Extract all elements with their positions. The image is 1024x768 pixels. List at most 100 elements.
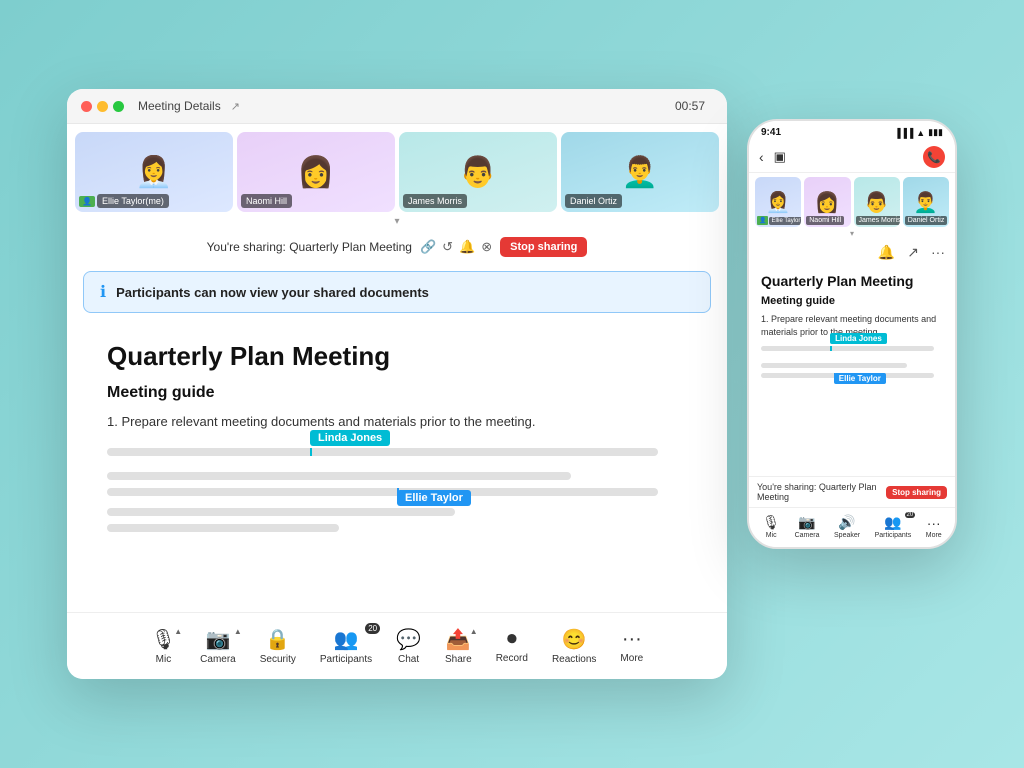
- phone-time: 9:41: [761, 127, 781, 138]
- phone-status-icons: ▐▐▐ ▲ ▮▮▮: [894, 127, 943, 138]
- toolbar-chat[interactable]: 💬 Chat: [384, 623, 433, 669]
- participant-thumb-0[interactable]: 👩‍💼 👤 Ellie Taylor(me): [75, 132, 233, 212]
- mobile-linda-cursor: Linda Jones: [830, 333, 887, 344]
- maximize-button[interactable]: [113, 101, 124, 112]
- scene: Meeting Details ↗ 00:57 👩‍💼 👤 Ellie Tayl…: [67, 89, 957, 679]
- more-label: More: [620, 653, 643, 664]
- ellie-taylor-cursor: Ellie Taylor: [397, 490, 471, 506]
- camera-icon: 📷: [205, 627, 230, 652]
- mic-label: Mic: [156, 654, 172, 665]
- mobile-speaker-icon: 🔊: [838, 514, 855, 531]
- traffic-lights: [81, 101, 124, 112]
- mobile-doc-title: Quarterly Plan Meeting: [761, 273, 943, 289]
- window-title: Meeting Details: [138, 99, 221, 113]
- warning-icon[interactable]: ⊗: [481, 239, 492, 255]
- toolbar-camera[interactable]: 📷 Camera ▲: [188, 623, 248, 669]
- participant-name-0: Ellie Taylor(me): [97, 194, 169, 208]
- stop-sharing-button[interactable]: Stop sharing: [500, 237, 587, 257]
- mobile-cursor-ellie-area: Ellie Taylor: [761, 373, 943, 378]
- wifi-icon: ▲: [916, 128, 925, 138]
- mobile-doc-line-2: [761, 363, 907, 368]
- document-content: Quarterly Plan Meeting Meeting guide 1. …: [67, 321, 727, 612]
- phone-status-bar: 9:41 ▐▐▐ ▲ ▮▮▮: [749, 121, 955, 142]
- cursor-area-linda: Linda Jones: [107, 448, 687, 456]
- mobile-expand-icon[interactable]: ▾: [749, 227, 955, 240]
- mobile-bell-icon[interactable]: 🔔: [878, 244, 895, 261]
- mobile-participant-1[interactable]: 👩 Naomi Hill: [804, 177, 850, 227]
- document-subtitle: Meeting guide: [107, 384, 687, 402]
- mobile-phone: 9:41 ▐▐▐ ▲ ▮▮▮ ‹ ▣ 📞 👩‍💼 👤 Ellie Taylor: [747, 119, 957, 549]
- mobile-sharing-bar: You're sharing: Quarterly Plan Meeting S…: [749, 476, 955, 507]
- sharing-bar: You're sharing: Quarterly Plan Meeting 🔗…: [67, 231, 727, 263]
- mobile-participant-0[interactable]: 👩‍💼 👤 Ellie Taylor: [755, 177, 801, 227]
- window-titlebar: Meeting Details ↗ 00:57: [67, 89, 727, 124]
- end-call-button[interactable]: 📞: [923, 146, 945, 168]
- participant-thumb-1[interactable]: 👩 Naomi Hill: [237, 132, 395, 212]
- mobile-toolbar-more[interactable]: ··· More: [926, 515, 942, 539]
- mobile-share-icon[interactable]: ↗: [907, 244, 919, 261]
- share-caret-icon: ▲: [470, 627, 478, 636]
- chat-label: Chat: [398, 654, 419, 665]
- mobile-toolbar-mic[interactable]: 🎙 Mic: [762, 514, 780, 539]
- ellie-cursor-line: [397, 488, 399, 496]
- mobile-camera-icon: 📷: [798, 514, 815, 531]
- refresh-icon[interactable]: ↺: [442, 239, 453, 255]
- mobile-ellie-line: [834, 373, 836, 378]
- toolbar-share[interactable]: 📤 Share ▲: [433, 623, 484, 669]
- toolbar-security[interactable]: 🔒 Security: [248, 623, 308, 669]
- share-icon: ↗: [231, 100, 240, 113]
- doc-line-2: [107, 472, 571, 480]
- mobile-name-1: Naomi Hill: [806, 216, 844, 225]
- mobile-mic-icon: 🎙: [762, 514, 780, 531]
- mobile-mic-label: Mic: [766, 532, 777, 539]
- toolbar-mic[interactable]: 🎙 Mic ▲: [139, 623, 188, 669]
- bell-icon[interactable]: 🔔: [459, 239, 475, 255]
- share-icon: 📤: [446, 627, 471, 652]
- doc-line-5: [107, 524, 339, 532]
- toolbar-reactions[interactable]: 😊 Reactions: [540, 623, 608, 669]
- chat-icon: 💬: [396, 627, 421, 652]
- toolbar-more[interactable]: ··· More: [608, 624, 655, 668]
- info-icon: ℹ: [100, 282, 106, 302]
- expand-participants-icon[interactable]: ▾: [67, 212, 727, 231]
- document-lines: Linda Jones Ellie Taylor: [107, 448, 687, 532]
- back-icon[interactable]: ‹: [759, 149, 764, 165]
- mobile-participant-3[interactable]: 👨‍🦱 Daniel Ortiz: [903, 177, 949, 227]
- mobile-cursor-linda-area: Linda Jones: [761, 346, 943, 351]
- mobile-participant-2[interactable]: 👨 James Morris: [854, 177, 900, 227]
- record-icon: ⏺: [507, 628, 517, 651]
- participants-label: Participants: [320, 654, 372, 665]
- reactions-icon: 😊: [562, 627, 587, 652]
- mobile-speaker-label: Speaker: [834, 532, 860, 539]
- security-icon: 🔒: [265, 627, 290, 652]
- mobile-document: Quarterly Plan Meeting Meeting guide 1. …: [749, 265, 955, 476]
- participant-thumb-2[interactable]: 👨 James Morris: [399, 132, 557, 212]
- participant-thumb-3[interactable]: 👨‍🦱 Daniel Ortiz: [561, 132, 719, 212]
- document-body: 1. Prepare relevant meeting documents an…: [107, 412, 687, 432]
- sharing-icons: 🔗 ↺ 🔔 ⊗: [420, 239, 492, 255]
- screen-share-icon[interactable]: ▣: [774, 149, 786, 165]
- mic-icon: 🎙: [151, 627, 176, 652]
- mobile-action-bar: 🔔 ↗ ···: [749, 240, 955, 265]
- mobile-more-label: More: [926, 532, 942, 539]
- minimize-button[interactable]: [97, 101, 108, 112]
- mobile-toolbar-speaker[interactable]: 🔊 Speaker: [834, 514, 860, 539]
- mic-caret-icon: ▲: [174, 627, 182, 636]
- mobile-name-3: Daniel Ortiz: [905, 216, 948, 225]
- mobile-stop-sharing-button[interactable]: Stop sharing: [886, 486, 947, 499]
- mobile-toolbar: 🎙 Mic 📷 Camera 🔊 Speaker 👥 20 Participan…: [749, 507, 955, 547]
- toolbar-record[interactable]: ⏺ Record: [484, 624, 540, 668]
- mobile-more-icon[interactable]: ···: [931, 244, 945, 261]
- link-icon[interactable]: 🔗: [420, 239, 436, 255]
- mobile-toolbar-participants[interactable]: 👥 20 Participants: [875, 514, 912, 539]
- toolbar-participants[interactable]: 👥 20 Participants: [308, 623, 384, 669]
- close-button[interactable]: [81, 101, 92, 112]
- mobile-camera-label: Camera: [795, 532, 820, 539]
- camera-caret-icon: ▲: [234, 627, 242, 636]
- security-label: Security: [260, 654, 296, 665]
- participant-bar: 👩‍💼 👤 Ellie Taylor(me) 👩 Naomi Hill 👨 Ja…: [67, 124, 727, 212]
- mobile-toolbar-camera[interactable]: 📷 Camera: [795, 514, 820, 539]
- participants-icon: 👥: [334, 627, 359, 652]
- mobile-participant-bar: 👩‍💼 👤 Ellie Taylor 👩 Naomi Hill 👨 James …: [749, 173, 955, 227]
- mobile-linda-line: [830, 346, 832, 351]
